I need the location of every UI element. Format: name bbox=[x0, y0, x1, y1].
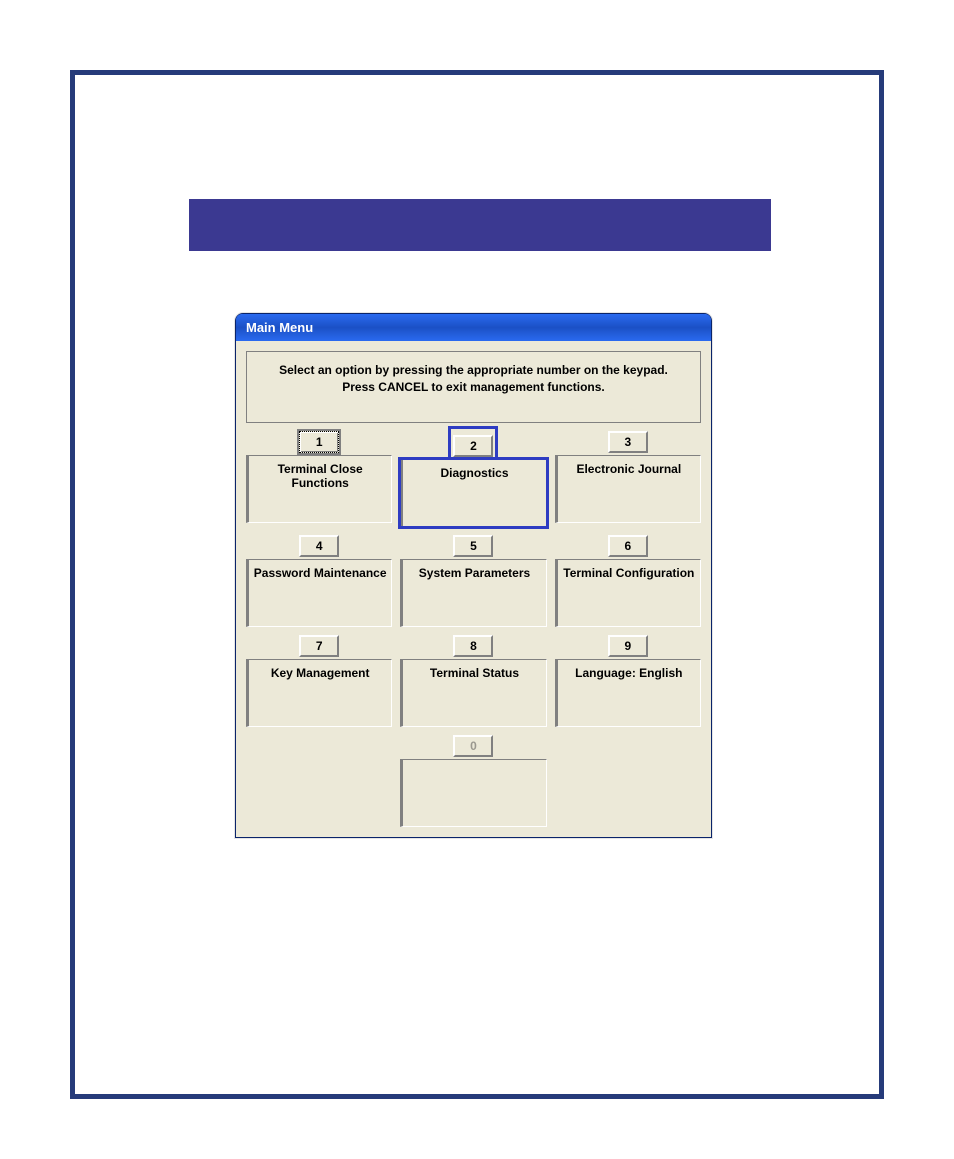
keypad-0-button: 0 bbox=[453, 735, 493, 757]
header-banner bbox=[189, 199, 771, 251]
menu-label: Diagnostics bbox=[407, 466, 541, 480]
menu-label-box bbox=[400, 759, 546, 827]
menu-label: Terminal Configuration bbox=[562, 566, 696, 580]
menu-label: Electronic Journal bbox=[562, 462, 696, 476]
keypad-3-button[interactable]: 3 bbox=[608, 431, 648, 453]
keypad-wrap: 7 bbox=[299, 635, 339, 657]
keypad-wrap: 2 bbox=[453, 431, 493, 457]
keypad-7-button[interactable]: 7 bbox=[299, 635, 339, 657]
menu-item-terminal-status[interactable]: 8 Terminal Status bbox=[400, 635, 546, 727]
keypad-6-button[interactable]: 6 bbox=[608, 535, 648, 557]
menu-item-language[interactable]: 9 Language: English bbox=[555, 635, 701, 727]
page-frame: Main Menu Select an option by pressing t… bbox=[70, 70, 884, 1099]
menu-grid: 1 Terminal Close Functions 2 Diagnostics bbox=[246, 431, 701, 827]
window-title-bar: Main Menu bbox=[236, 314, 711, 341]
menu-label: Language: English bbox=[562, 666, 696, 680]
menu-label-box: Password Maintenance bbox=[246, 559, 392, 627]
menu-label: Terminal Close Functions bbox=[253, 462, 387, 490]
menu-label-box: Electronic Journal bbox=[555, 455, 701, 523]
keypad-4-button[interactable]: 4 bbox=[299, 535, 339, 557]
keypad-1-button[interactable]: 1 bbox=[299, 431, 339, 453]
menu-label: Password Maintenance bbox=[253, 566, 387, 580]
main-menu-window: Main Menu Select an option by pressing t… bbox=[235, 313, 712, 838]
keypad-5-button[interactable]: 5 bbox=[453, 535, 493, 557]
keypad-wrap: 9 bbox=[608, 635, 648, 657]
menu-item-terminal-configuration[interactable]: 6 Terminal Configuration bbox=[555, 535, 701, 627]
keypad-8-button[interactable]: 8 bbox=[453, 635, 493, 657]
menu-label-box: Terminal Configuration bbox=[555, 559, 701, 627]
menu-item-system-parameters[interactable]: 5 System Parameters bbox=[400, 535, 546, 627]
instructions-line-1: Select an option by pressing the appropr… bbox=[253, 362, 694, 379]
menu-item-diagnostics[interactable]: 2 Diagnostics bbox=[400, 431, 546, 527]
keypad-wrap: 1 bbox=[299, 431, 339, 453]
keypad-wrap: 0 bbox=[453, 735, 493, 757]
keypad-wrap: 4 bbox=[299, 535, 339, 557]
menu-label-box: Key Management bbox=[246, 659, 392, 727]
menu-item-terminal-close-functions[interactable]: 1 Terminal Close Functions bbox=[246, 431, 392, 527]
window-title: Main Menu bbox=[246, 320, 313, 335]
keypad-9-button[interactable]: 9 bbox=[608, 635, 648, 657]
menu-label-box: System Parameters bbox=[400, 559, 546, 627]
keypad-wrap: 5 bbox=[453, 535, 493, 557]
menu-label: System Parameters bbox=[407, 566, 541, 580]
instructions-line-2: Press CANCEL to exit management function… bbox=[253, 379, 694, 396]
menu-item-zero: 0 bbox=[400, 735, 546, 827]
keypad-wrap: 8 bbox=[453, 635, 493, 657]
keypad-wrap: 3 bbox=[608, 431, 648, 453]
menu-label-box: Terminal Status bbox=[400, 659, 546, 727]
window-body: Select an option by pressing the appropr… bbox=[236, 341, 711, 837]
menu-label-box: Terminal Close Functions bbox=[246, 455, 392, 523]
instructions-panel: Select an option by pressing the appropr… bbox=[246, 351, 701, 423]
menu-label-box: Diagnostics bbox=[400, 459, 546, 527]
menu-label: Key Management bbox=[253, 666, 387, 680]
menu-label: Terminal Status bbox=[407, 666, 541, 680]
menu-item-key-management[interactable]: 7 Key Management bbox=[246, 635, 392, 727]
keypad-wrap: 6 bbox=[608, 535, 648, 557]
menu-item-electronic-journal[interactable]: 3 Electronic Journal bbox=[555, 431, 701, 527]
menu-label-box: Language: English bbox=[555, 659, 701, 727]
menu-item-password-maintenance[interactable]: 4 Password Maintenance bbox=[246, 535, 392, 627]
keypad-2-button[interactable]: 2 bbox=[453, 435, 493, 457]
